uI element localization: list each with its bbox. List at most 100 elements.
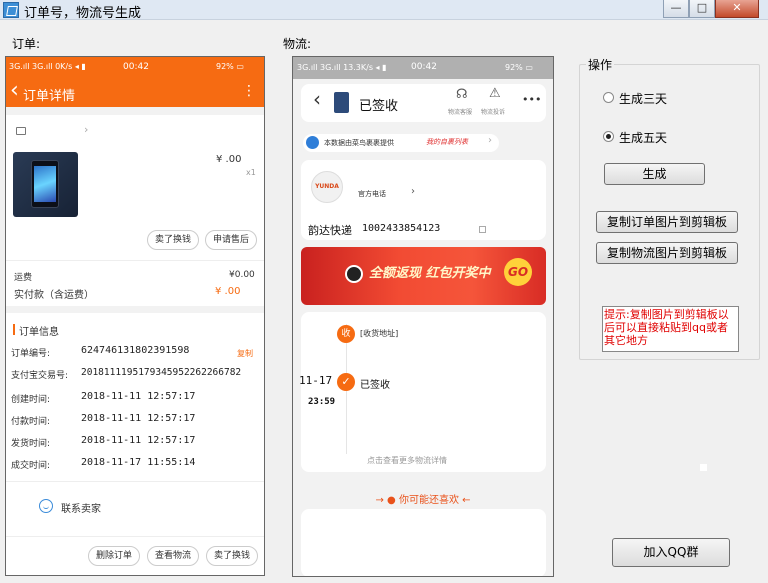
divider <box>6 107 264 115</box>
hint-box: 提示:复制图片到剪辑板以后可以直接粘贴到qq或者其它地方 <box>602 306 739 352</box>
receive-address: [收货地址] <box>360 329 399 338</box>
radio-three-label[interactable]: 生成三天 <box>619 90 667 107</box>
chevron-right-icon: › <box>411 186 415 197</box>
tracking-number: 1002433854123 <box>362 223 441 234</box>
package-icon <box>334 92 349 113</box>
paid-label: 实付款（含运费） <box>14 290 94 301</box>
page-title: 已签收 <box>359 99 399 114</box>
status-bar: 3G.ıll 3G.ıll 0K/s ◂ ▮ 00:42 92% ▭ <box>6 57 264 77</box>
aftersale-button[interactable]: 申请售后 <box>205 230 257 250</box>
maybe-like-title: → ● 你可能还喜欢 ← <box>375 495 471 506</box>
status-time: 00:42 <box>411 62 437 72</box>
close-button[interactable]: ✕ <box>715 0 759 18</box>
back-icon[interactable]: ‹ <box>313 87 321 111</box>
status-network: 3G.ıll 3G.ıll 13.3K/s ◂ ▮ <box>297 63 387 72</box>
status-network: 3G.ıll 3G.ıll 0K/s ◂ ▮ <box>9 62 86 71</box>
sell-button-bottom[interactable]: 卖了换钱 <box>206 546 258 566</box>
paid-value: ¥ .00 <box>215 286 241 297</box>
official-phone[interactable]: 官方电话 <box>358 189 386 199</box>
order-info-label: 创建时间: <box>11 395 51 405</box>
status-bar: 3G.ıll 3G.ıll 13.3K/s ◂ ▮ 00:42 92% ▭ <box>293 57 553 79</box>
contact-seller[interactable]: 联系卖家 <box>61 500 101 515</box>
order-info-value: 2018-11-11 12:57:17 <box>81 435 196 446</box>
product-image[interactable] <box>13 152 78 217</box>
logistics-screenshot: 3G.ıll 3G.ıll 13.3K/s ◂ ▮ 00:42 92% ▭ ‹ … <box>292 56 554 577</box>
recommend-card <box>301 509 546 576</box>
logistics-label: 物流: <box>283 37 312 51</box>
mascot-icon <box>345 265 363 283</box>
page-title: 订单详情 <box>23 89 76 104</box>
cainiao-icon <box>306 136 319 149</box>
join-qq-group-button[interactable]: 加入QQ群 <box>612 538 730 567</box>
promo-banner[interactable]: 全额返现 红包开奖中 GO <box>301 247 546 305</box>
order-info-value: 2018-11-17 11:55:14 <box>81 457 196 468</box>
copy-icon[interactable] <box>479 226 486 233</box>
source-text: 本数据由菜鸟裹裹提供 <box>324 139 394 147</box>
order-info-label: 支付宝交易号: <box>11 371 69 381</box>
order-info-value: 6247461318023915​98 <box>81 345 190 356</box>
logistics-header: ‹ 已签收 ☊ 物流客服 ⚠ 物流投诉 ••• <box>301 84 546 122</box>
shipping-value: ¥0.00 <box>229 270 255 280</box>
copy-order-image-button[interactable]: 复制订单图片到剪辑板 <box>596 211 738 233</box>
check-icon: ✓ <box>337 373 355 391</box>
order-header: ‹ 订单详情 ⋮ <box>6 77 264 107</box>
more-icon[interactable]: ••• <box>522 93 541 106</box>
order-info-value: 2018-11-11 12:57:17 <box>81 391 196 402</box>
divider <box>6 260 264 261</box>
timeline-card: 收 [收货地址] ✓ 已签收 点击查看更多物流详情 <box>301 312 546 472</box>
view-logistics-button[interactable]: 查看物流 <box>147 546 199 566</box>
data-source-banner[interactable]: 本数据由菜鸟裹裹提供 我的自裹列表 › <box>303 134 499 152</box>
shop-icon <box>16 127 26 135</box>
courier-card: YUNDA 官方电话 › 韵达快递 1002433854123 <box>301 160 546 240</box>
back-icon[interactable]: ‹ <box>10 78 19 103</box>
order-info-label: 订单编号: <box>11 349 51 359</box>
minimize-button[interactable]: — <box>663 0 689 18</box>
timeline-date: 11-17 <box>299 374 333 387</box>
order-info-label: 发货时间: <box>11 439 51 449</box>
app-icon <box>3 2 19 18</box>
order-info-value: 2018-11-11 12:57:17 <box>81 413 196 424</box>
status-battery: 92% ▭ <box>216 62 244 71</box>
order-screenshot: 3G.ıll 3G.ıll 0K/s ◂ ▮ 00:42 92% ▭ ‹ 订单详… <box>5 56 265 576</box>
more-icon[interactable]: ⋮ <box>242 83 256 99</box>
more-logistics-link[interactable]: 点击查看更多物流详情 <box>367 455 447 466</box>
warning-icon[interactable]: ⚠ <box>489 86 501 101</box>
order-info-title: 订单信息 <box>19 327 59 338</box>
complaint-label: 物流投诉 <box>481 109 506 116</box>
chevron-right-icon: › <box>488 135 492 146</box>
delete-order-button[interactable]: 删除订单 <box>88 546 140 566</box>
radio-five-label[interactable]: 生成五天 <box>619 129 667 146</box>
section-marker <box>13 324 15 335</box>
signed-status: 已签收 <box>360 380 390 391</box>
radio-five-days[interactable] <box>603 131 614 142</box>
item-qty: x1 <box>246 168 256 177</box>
copy-link[interactable]: 复制 <box>237 348 253 359</box>
copy-logistics-image-button[interactable]: 复制物流图片到剪辑板 <box>596 242 738 264</box>
go-button[interactable]: GO <box>504 258 532 286</box>
courier-name: 韵达快递 <box>308 224 352 237</box>
radio-three-days[interactable] <box>603 92 614 103</box>
yunda-logo: YUNDA <box>311 171 343 203</box>
divider <box>6 481 264 482</box>
status-time: 00:42 <box>123 62 149 72</box>
service-label: 物流客服 <box>448 109 473 116</box>
maximize-button[interactable]: □ <box>689 0 715 18</box>
sell-button[interactable]: 卖了换钱 <box>147 230 199 250</box>
order-info-label: 付款时间: <box>11 417 51 427</box>
generate-button[interactable]: 生成 <box>604 163 705 185</box>
order-info-label: 成交时间: <box>11 461 51 471</box>
divider <box>6 306 264 313</box>
receive-badge: 收 <box>337 325 355 343</box>
title-bar: 订单号，物流号生成 — □ ✕ <box>0 0 768 21</box>
contact-icon <box>39 499 53 513</box>
ops-group-title: 操作 <box>586 56 615 73</box>
promo-text: 全额返现 红包开奖中 <box>369 266 491 281</box>
blank-square <box>700 464 707 471</box>
timeline-time: 23:59 <box>308 397 336 407</box>
order-info-value: 2018111195179345952262266782 <box>81 367 242 378</box>
source-tag: 我的自裹列表 <box>426 138 468 146</box>
window-title: 订单号，物流号生成 <box>24 6 142 21</box>
headset-icon[interactable]: ☊ <box>456 87 468 102</box>
shipping-label: 运费 <box>14 273 33 283</box>
status-battery: 92% ▭ <box>505 63 533 72</box>
